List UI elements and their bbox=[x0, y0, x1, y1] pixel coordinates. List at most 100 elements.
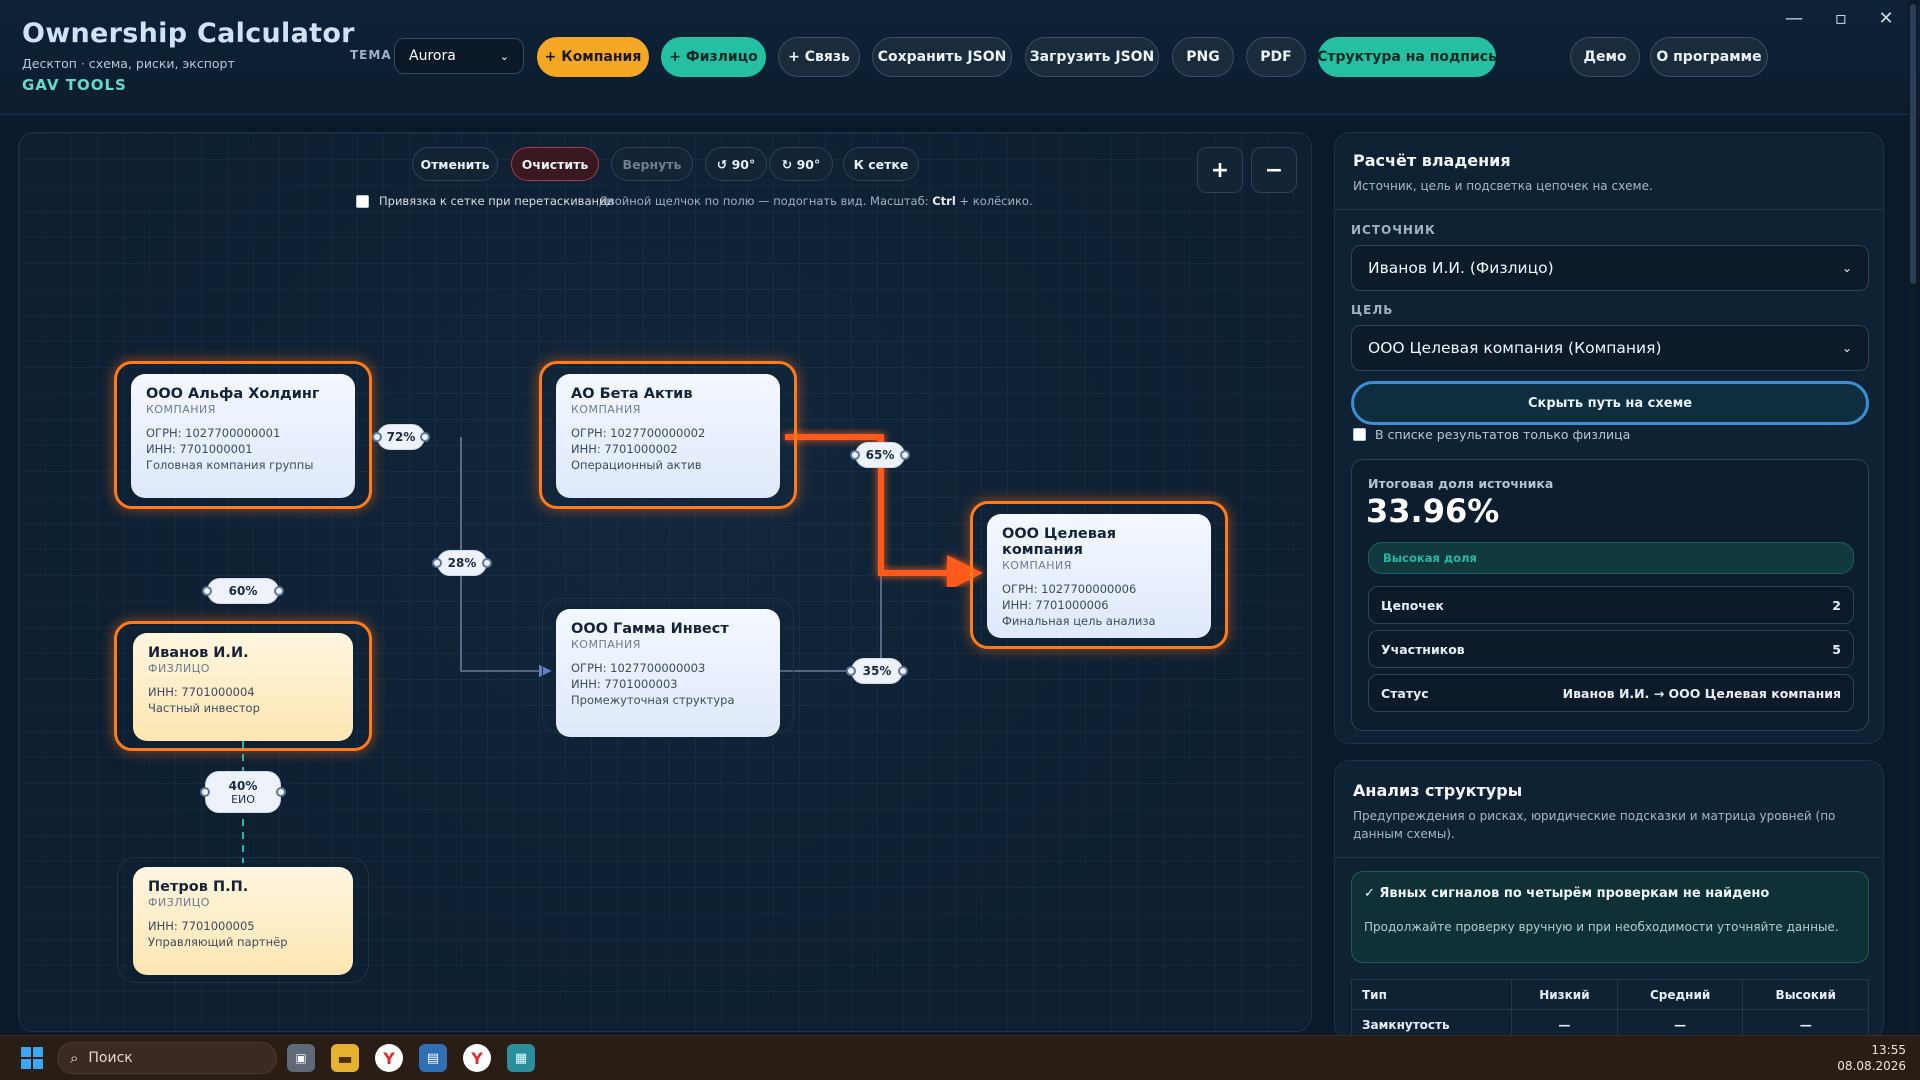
node-note: Операционный актив bbox=[571, 458, 702, 472]
stat-status: Статус Иванов И.И. → ООО Целевая компани… bbox=[1368, 674, 1854, 712]
target-select[interactable]: ООО Целевая компания (Компания) ⌄ bbox=[1351, 325, 1869, 371]
edge-share: 65% bbox=[865, 448, 895, 462]
calc-title: Расчёт владения bbox=[1353, 151, 1511, 170]
node-name: АО Бета Актив bbox=[571, 386, 693, 402]
close-icon[interactable]: ✕ bbox=[1871, 8, 1901, 29]
yandex-browser-icon[interactable]: Y bbox=[375, 1044, 403, 1072]
diagram-canvas[interactable]: Отменить Очистить Вернуть ↺ 90° ↻ 90° К … bbox=[18, 132, 1312, 1032]
node-name: Петров П.П. bbox=[148, 879, 249, 895]
taskbar-search-label: Поиск bbox=[88, 1050, 133, 1066]
demo-button[interactable]: Демо bbox=[1570, 37, 1640, 77]
node-type: КОМПАНИЯ bbox=[1002, 559, 1072, 572]
node-petrov[interactable]: Петров П.П. ФИЗЛИЦО ИНН: 7701000005 Упра… bbox=[133, 867, 353, 975]
node-inn: ИНН: 7701000001 bbox=[146, 442, 253, 456]
app-window-icon[interactable]: ▤ bbox=[419, 1044, 447, 1072]
node-inn: ИНН: 7701000003 bbox=[571, 677, 678, 691]
chevron-down-icon: ⌄ bbox=[1841, 341, 1852, 355]
source-label: ИСТОЧНИК bbox=[1351, 223, 1436, 237]
edge-label-petrov-ivanov[interactable]: 40% ЕИО bbox=[200, 771, 286, 813]
table-header: Низкий bbox=[1511, 979, 1618, 1010]
theme-select[interactable]: Aurora ⌄ bbox=[394, 38, 524, 74]
edge-share: 60% bbox=[228, 584, 258, 598]
stat-chains: Цепочек 2 bbox=[1368, 586, 1854, 624]
task-view-icon[interactable]: ▣ bbox=[287, 1044, 315, 1072]
node-ogrn: ОГРН: 1027700000006 bbox=[1002, 582, 1137, 596]
app-header: Ownership Calculator Десктоп · схема, ри… bbox=[0, 0, 1920, 115]
node-name: ООО Гамма Инвест bbox=[571, 621, 729, 637]
export-pdf-button[interactable]: PDF bbox=[1246, 37, 1306, 77]
node-note: Частный инвестор bbox=[148, 701, 260, 715]
node-note: Финальная цель анализа bbox=[1002, 614, 1156, 628]
result-label: Итоговая доля источника bbox=[1368, 476, 1554, 491]
node-type: ФИЗЛИЦО bbox=[148, 662, 210, 675]
node-name: ООО Целевая компания bbox=[1002, 526, 1117, 558]
scrollbar-thumb[interactable] bbox=[1910, 4, 1916, 284]
search-icon: ⌕ bbox=[70, 1049, 79, 1067]
risk-matrix: Тип Низкий Средний Высокий Замкнутость —… bbox=[1351, 979, 1869, 1039]
node-alfa-holding[interactable]: ООО Альфа Холдинг КОМПАНИЯ ОГРН: 1027700… bbox=[131, 374, 355, 498]
ownership-calc-panel: Расчёт владения Источник, цель и подсвет… bbox=[1334, 132, 1885, 744]
structure-sign-button[interactable]: Структура на подпись bbox=[1317, 37, 1497, 77]
node-ogrn: ОГРН: 1027700000003 bbox=[571, 661, 706, 675]
divider bbox=[1335, 209, 1885, 210]
edge-share: 35% bbox=[862, 664, 892, 678]
ok-alert: ✓ Явных сигналов по четырём проверкам не… bbox=[1351, 871, 1869, 963]
table-header: Высокий bbox=[1742, 979, 1869, 1010]
edge-gamma-target bbox=[779, 569, 882, 672]
taskbar-search[interactable]: ⌕ Поиск bbox=[57, 1042, 277, 1074]
clock-time: 13:55 bbox=[1871, 1043, 1906, 1057]
node-note: Промежуточная структура bbox=[571, 693, 735, 707]
chevron-down-icon: ⌄ bbox=[499, 49, 509, 63]
edge-label-beta-target[interactable]: 65% bbox=[850, 442, 910, 468]
clock[interactable]: 13:55 08.08.2026 bbox=[1820, 1042, 1906, 1074]
yandex-icon[interactable]: Y bbox=[463, 1044, 491, 1072]
file-explorer-icon[interactable]: ▬ bbox=[331, 1044, 359, 1072]
node-type: КОМПАНИЯ bbox=[146, 403, 216, 416]
minimize-icon[interactable]: — bbox=[1779, 8, 1809, 29]
maximize-icon[interactable]: ▫ bbox=[1826, 8, 1856, 29]
node-note: Управляющий партнёр bbox=[148, 935, 288, 949]
windows-start-icon[interactable] bbox=[18, 1044, 46, 1072]
node-beta-aktiv[interactable]: АО Бета Актив КОМПАНИЯ ОГРН: 10277000000… bbox=[556, 374, 780, 498]
stat-value: 2 bbox=[1832, 597, 1841, 613]
clock-date: 08.08.2026 bbox=[1837, 1059, 1906, 1073]
load-json-button[interactable]: Загрузить JSON bbox=[1025, 37, 1159, 77]
edge-label-gamma-target[interactable]: 35% bbox=[846, 658, 908, 684]
add-company-button[interactable]: + Компания bbox=[537, 37, 649, 77]
taskbar: ⌕ Поиск ▣ ▬ Y ▤ Y ▦ 13:55 08.08.2026 bbox=[0, 1035, 1920, 1080]
node-inn: ИНН: 7701000002 bbox=[571, 442, 678, 456]
ok-alert-title: ✓ Явных сигналов по четырём проверкам не… bbox=[1364, 886, 1770, 901]
add-person-button[interactable]: + Физлицо bbox=[661, 37, 766, 77]
level-badge: Высокая доля bbox=[1368, 542, 1854, 574]
ownership-calculator-icon[interactable]: ▦ bbox=[507, 1044, 535, 1072]
edge-label-alfa-beta[interactable]: 72% bbox=[372, 424, 430, 450]
table-header: Тип bbox=[1351, 979, 1512, 1010]
save-json-button[interactable]: Сохранить JSON bbox=[872, 37, 1012, 77]
node-target-company[interactable]: ООО Целевая компания КОМПАНИЯ ОГРН: 1027… bbox=[987, 514, 1211, 638]
edge-label-alfa-gamma[interactable]: 28% bbox=[432, 550, 492, 576]
about-button[interactable]: О программе bbox=[1650, 37, 1768, 77]
add-link-button[interactable]: + Связь bbox=[778, 37, 860, 77]
app-brand: GAV TOOLS bbox=[22, 76, 127, 94]
hide-path-button[interactable]: Скрыть путь на схеме bbox=[1351, 381, 1869, 425]
node-gamma-invest[interactable]: ООО Гамма Инвест КОМПАНИЯ ОГРН: 10277000… bbox=[556, 609, 780, 737]
edge-share: 72% bbox=[386, 430, 416, 444]
edge-role: ЕИО bbox=[231, 792, 255, 806]
node-inn: ИНН: 7701000005 bbox=[148, 919, 255, 933]
structure-analysis-panel: Анализ структуры Предупреждения о рисках… bbox=[1334, 760, 1884, 1040]
source-select[interactable]: Иванов И.И. (Физлицо) ⌄ bbox=[1351, 245, 1869, 291]
stat-members: Участников 5 bbox=[1368, 630, 1854, 668]
edge-label-ivanov-alfa[interactable]: 60% bbox=[202, 578, 284, 604]
node-name: Иванов И.И. bbox=[148, 645, 249, 661]
theme-label: ТЕМА bbox=[350, 48, 392, 62]
table-header-row: Тип Низкий Средний Высокий bbox=[1351, 979, 1869, 1010]
only-persons-checkbox[interactable] bbox=[1353, 428, 1366, 441]
calc-subtitle: Источник, цель и подсветка цепочек на сх… bbox=[1353, 179, 1653, 193]
node-type: КОМПАНИЯ bbox=[571, 403, 641, 416]
node-inn: ИНН: 7701000004 bbox=[148, 685, 255, 699]
node-ivanov[interactable]: Иванов И.И. ФИЗЛИЦО ИНН: 7701000004 Част… bbox=[133, 633, 353, 741]
stat-label: Статус bbox=[1381, 685, 1429, 701]
edge-share: 40% bbox=[228, 778, 258, 793]
source-select-value: Иванов И.И. (Физлицо) bbox=[1368, 259, 1554, 277]
export-png-button[interactable]: PNG bbox=[1172, 37, 1234, 77]
